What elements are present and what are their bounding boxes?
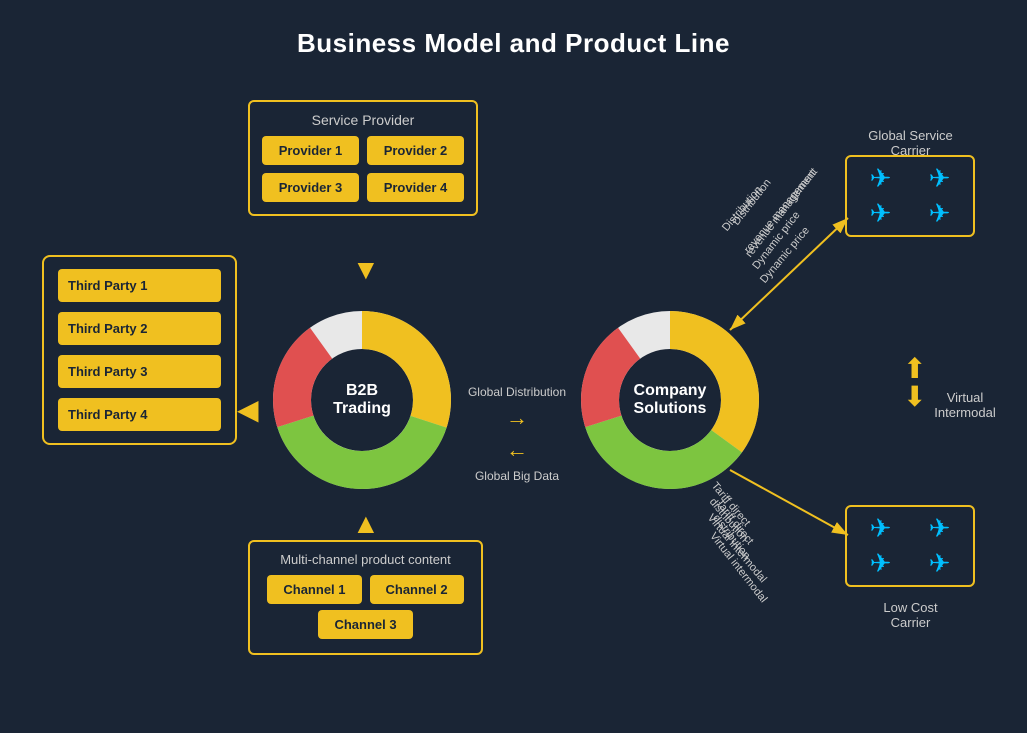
- third-party-4-button[interactable]: Third Party 4: [58, 398, 221, 431]
- provider-grid: Provider 1 Provider 2 Provider 3 Provide…: [262, 136, 464, 202]
- arrow-left-icon: ←: [506, 437, 528, 463]
- global-big-data-label: Global Big Data: [475, 469, 559, 483]
- plane-icon-8: ✈: [912, 548, 967, 579]
- service-provider-box: Service Provider Provider 1 Provider 2 P…: [248, 100, 478, 216]
- service-provider-label: Service Provider: [262, 112, 464, 128]
- channel-grid: Channel 1 Channel 2 Channel 3: [262, 575, 469, 639]
- b2b-donut: [262, 300, 462, 500]
- multichannel-label: Multi-channel product content: [262, 552, 469, 567]
- multichannel-box: Multi-channel product content Channel 1 …: [248, 540, 483, 655]
- third-party-box: Third Party 1 Third Party 2 Third Party …: [42, 255, 237, 445]
- channel-row-1: Channel 1 Channel 2: [267, 575, 463, 604]
- plane-icon-5: ✈: [853, 513, 908, 544]
- middle-arrows: Global Distribution → ← Global Big Data: [462, 385, 572, 483]
- diag-distribution-text: Distribution: [720, 184, 765, 234]
- third-party-3-button[interactable]: Third Party 3: [58, 355, 221, 388]
- plane-icon-4: ✈: [912, 198, 967, 229]
- channel-2-button[interactable]: Channel 2: [370, 575, 464, 604]
- plane-icon-6: ✈: [912, 513, 967, 544]
- arrow-up-multichannel: ▲: [352, 510, 380, 538]
- provider-4-button[interactable]: Provider 4: [367, 173, 464, 202]
- low-cost-carrier-label: Low CostCarrier: [843, 600, 978, 630]
- plane-icon-3: ✈: [853, 198, 908, 229]
- page-title: Business Model and Product Line: [0, 0, 1027, 59]
- global-distribution-label: Global Distribution: [468, 385, 566, 399]
- provider-3-button[interactable]: Provider 3: [262, 173, 359, 202]
- third-party-1-button[interactable]: Third Party 1: [58, 269, 221, 302]
- plane-icon-7: ✈: [853, 548, 908, 579]
- global-service-carrier-box: ✈ ✈ ✈ ✈: [845, 155, 975, 237]
- channel-1-button[interactable]: Channel 1: [267, 575, 361, 604]
- global-service-carrier-label: Global ServiceCarrier: [843, 128, 978, 158]
- virtual-intermodal-label: Virtual Intermodal: [920, 390, 1010, 420]
- provider-2-button[interactable]: Provider 2: [367, 136, 464, 165]
- plane-icon-1: ✈: [853, 163, 908, 194]
- channel-3-button[interactable]: Channel 3: [318, 610, 412, 639]
- third-party-2-button[interactable]: Third Party 2: [58, 312, 221, 345]
- channel-row-2: Channel 3: [318, 610, 412, 639]
- provider-1-button[interactable]: Provider 1: [262, 136, 359, 165]
- company-donut: [570, 300, 770, 500]
- plane-icon-2: ✈: [912, 163, 967, 194]
- arrow-down-service-provider: ▼: [352, 256, 380, 284]
- arrow-to-third-party: ◀: [237, 393, 259, 426]
- arrow-right-icon: →: [506, 405, 528, 431]
- low-cost-carrier-box: ✈ ✈ ✈ ✈: [845, 505, 975, 587]
